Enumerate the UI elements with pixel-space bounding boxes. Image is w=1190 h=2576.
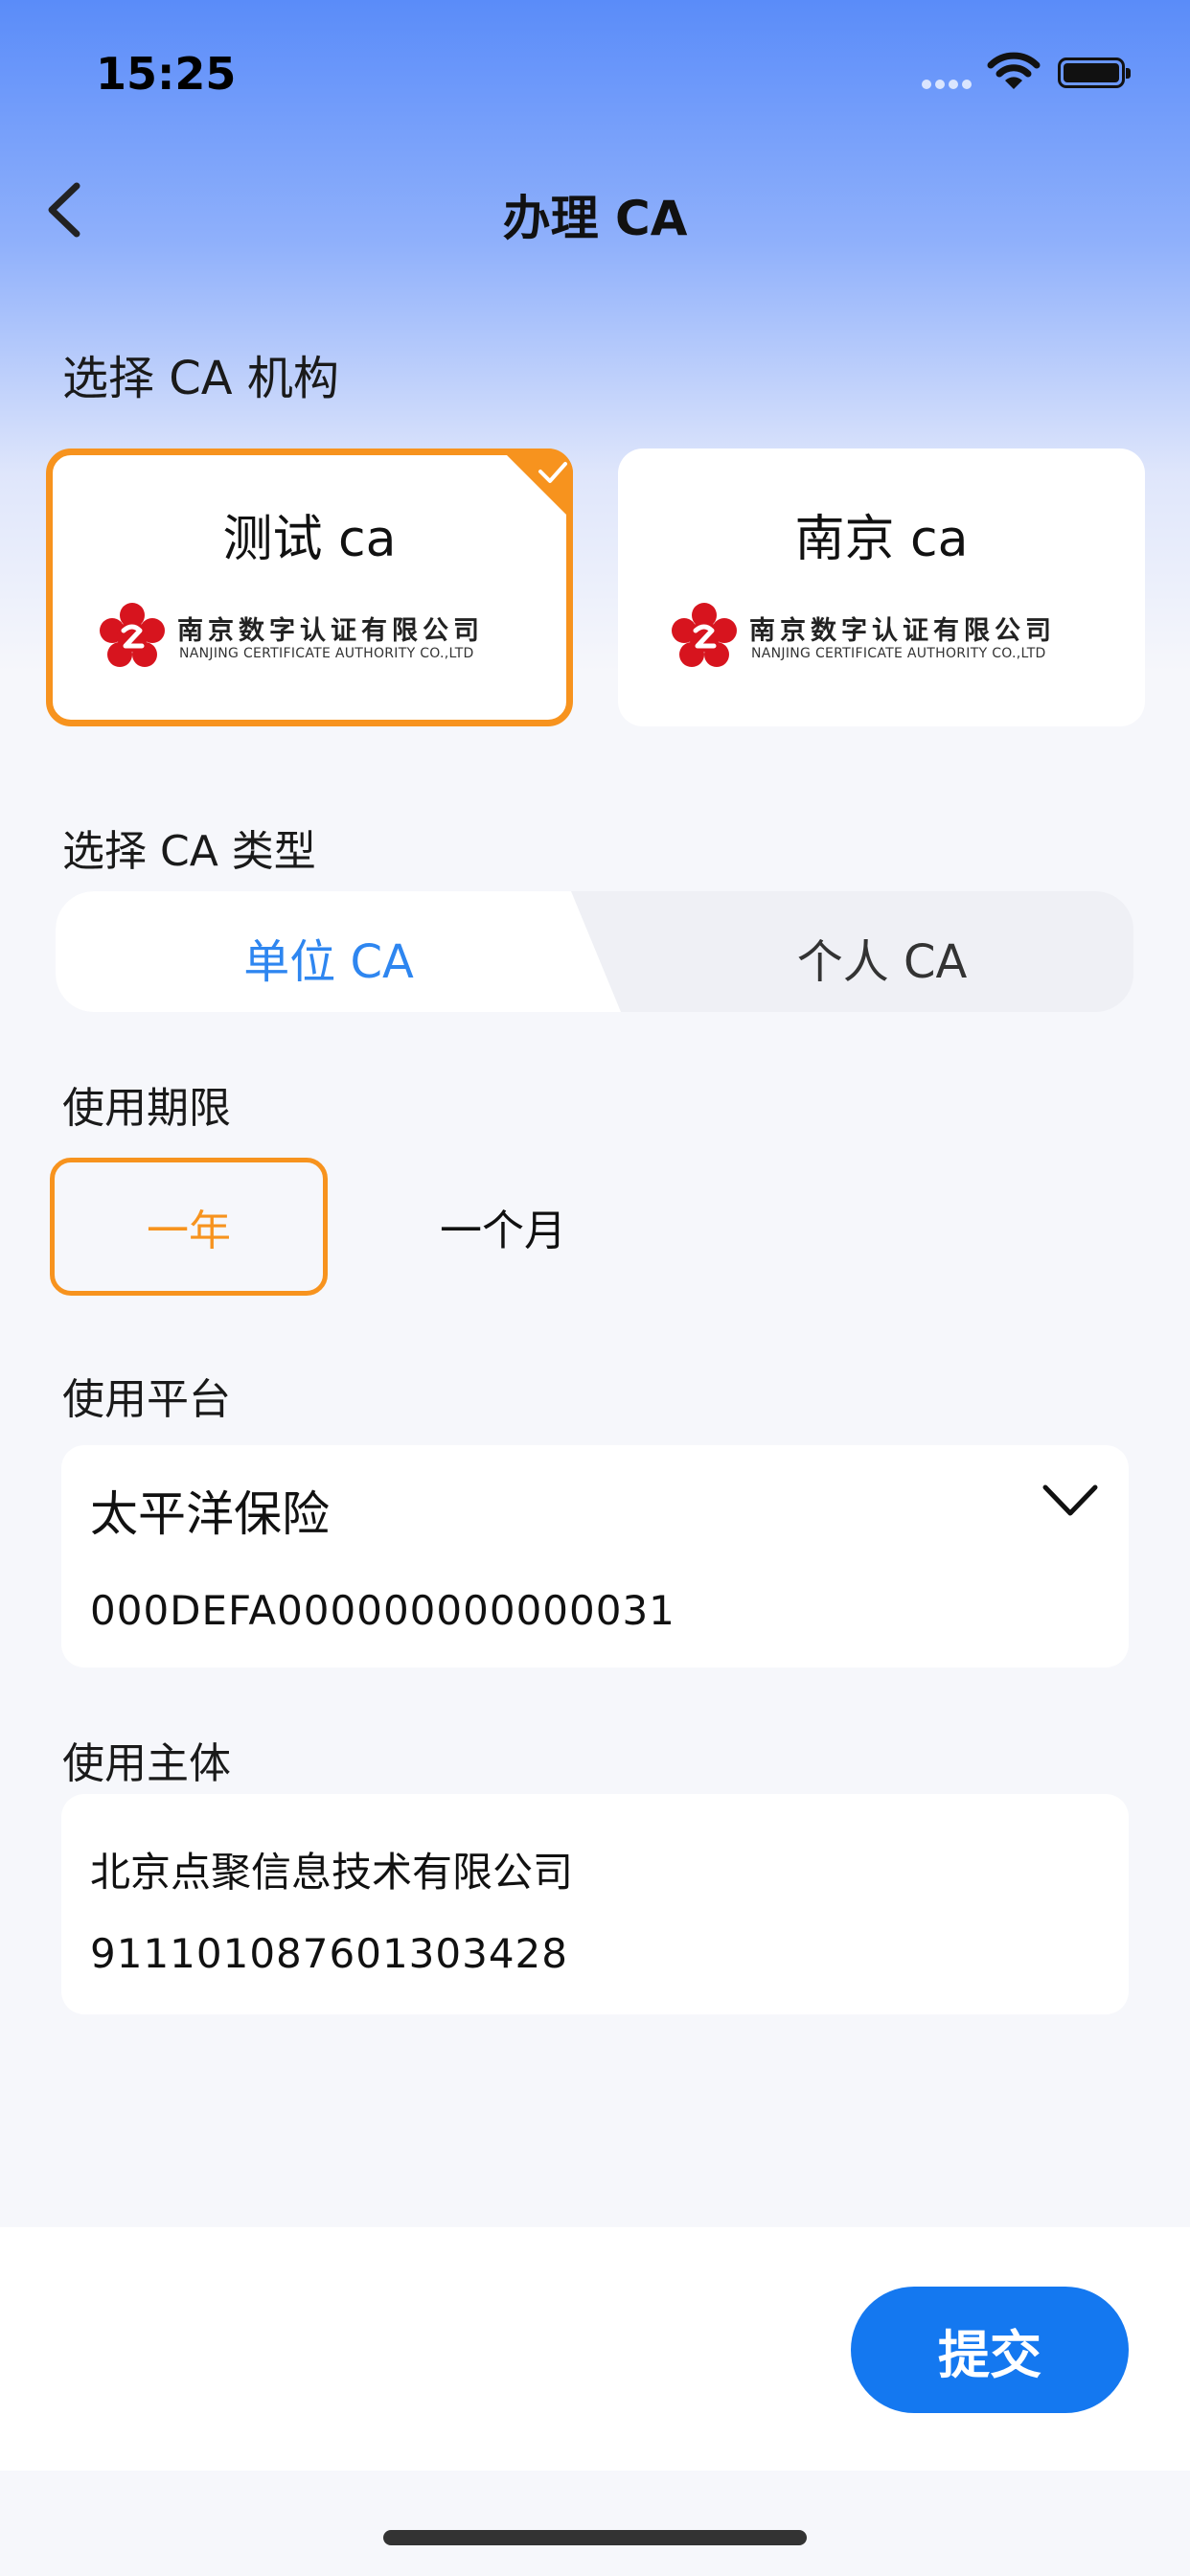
njca-logo-icon [672,603,737,667]
ca-card-name: 南京 ca [794,511,969,568]
subject-box: 北京点聚信息技术有限公司 911101087601303428 [61,1794,1129,2014]
chevron-down-icon[interactable] [1041,1482,1100,1520]
period-option-one-year[interactable]: 一年 [50,1158,328,1296]
platform-name: 太平洋保险 [90,1486,330,1542]
ca-org-label: 选择 CA 机构 [62,352,339,405]
ca-card-name: 测试 ca [222,511,397,568]
period-option-one-month[interactable]: 一个月 [364,1158,642,1296]
tab-unit-ca[interactable]: 单位 CA [56,924,602,991]
subject-label: 使用主体 [62,1739,231,1788]
ca-logo-text-zh: 南京数字认证有限公司 [749,616,1056,646]
home-indicator [383,2530,807,2545]
njca-logo-icon [100,603,165,667]
ca-logo-text-en: NANJING CERTIFICATE AUTHORITY CO.,LTD [179,646,474,661]
subject-code: 911101087601303428 [90,1930,568,1977]
ca-type-label: 选择 CA 类型 [62,827,316,876]
cellular-signal-icon [922,75,975,93]
platform-select[interactable]: 太平洋保险 000DEFA000000000000031 [61,1445,1129,1668]
platform-code: 000DEFA000000000000031 [90,1587,675,1634]
bottom-action-bar: 提交 [0,2227,1190,2471]
ca-logo-text-zh: 南京数字认证有限公司 [177,616,484,646]
navigation-bar: 办理 CA [0,163,1190,259]
tab-personal-ca[interactable]: 个人 CA [630,924,1133,991]
battery-icon [1058,58,1131,88]
platform-label: 使用平台 [62,1375,231,1424]
subject-name: 北京点聚信息技术有限公司 [90,1849,574,1896]
status-time: 15:25 [96,48,237,100]
selected-check-icon [500,448,573,521]
submit-button[interactable]: 提交 [851,2287,1129,2413]
ca-logo: 南京数字认证有限公司 NANJING CERTIFICATE AUTHORITY… [99,602,520,669]
ca-type-toggle: 单位 CA 个人 CA [56,891,1133,1012]
ca-card-test[interactable]: 测试 ca 南京数字认证有限公司 NANJING CERTIFICATE AUT… [46,448,573,726]
ca-card-nanjing[interactable]: 南京 ca 南京数字认证有限公司 NANJING CERTIFICATE AUT… [618,448,1145,726]
status-bar: 15:25 [0,0,1190,144]
page-title: 办理 CA [502,191,688,246]
ca-logo: 南京数字认证有限公司 NANJING CERTIFICATE AUTHORITY… [671,602,1092,669]
ca-logo-text-en: NANJING CERTIFICATE AUTHORITY CO.,LTD [751,646,1046,661]
wifi-icon [987,52,1041,89]
period-label: 使用期限 [62,1084,231,1133]
